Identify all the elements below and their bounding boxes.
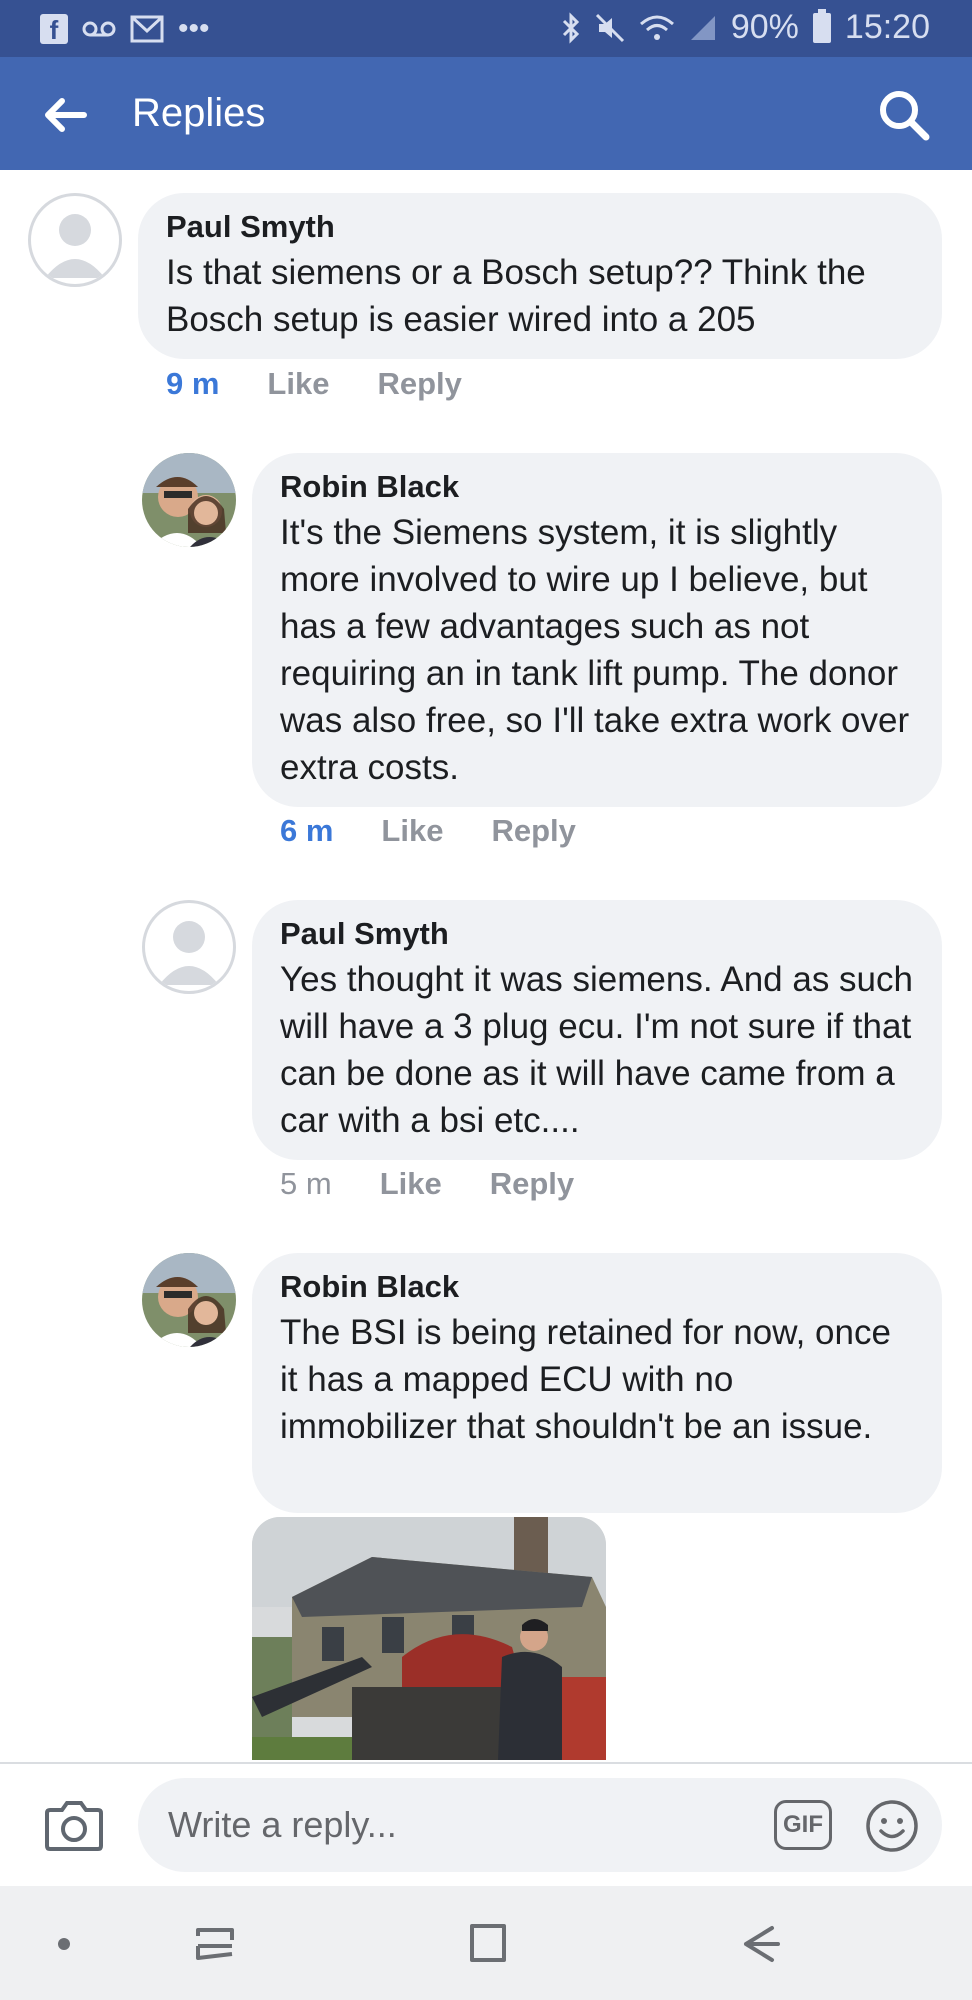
reply-button[interactable]: Reply [377,366,461,402]
app-bar: Replies [0,57,972,170]
search-icon [880,91,930,141]
comment-bubble[interactable]: Robin Black It's the Siemens system, it … [252,453,942,807]
avatar[interactable] [142,1253,236,1347]
gmail-icon [130,15,164,43]
search-button[interactable] [876,87,932,143]
comment-bubble[interactable]: Paul Smyth Yes thought it was siemens. A… [252,900,942,1160]
like-button[interactable]: Like [380,1166,442,1202]
emoji-icon [866,1800,918,1852]
comment-actions: 5 m Like Reply [280,1166,574,1202]
voicemail-icon [82,21,116,37]
profile-photo-icon [142,1253,236,1347]
comment-author[interactable]: Robin Black [280,469,914,505]
avatar[interactable] [142,900,236,994]
bluetooth-icon [562,11,579,44]
facebook-icon: f [40,14,68,45]
reply-placeholder: Write a reply... [168,1804,397,1845]
comment-text: The BSI is being retained for now, once … [280,1313,891,1446]
reply-composer: Write a reply... GIF [0,1762,972,1886]
comment-text: Is that siemens or a Bosch setup?? Think… [166,253,866,339]
comment-author[interactable]: Paul Smyth [280,916,914,952]
back-nav-button[interactable] [732,1916,788,1972]
comment-text: It's the Siemens system, it is slightly … [280,513,910,787]
reply-button[interactable]: Reply [491,813,575,849]
avatar[interactable] [28,193,122,287]
more-notifications-icon: ••• [178,12,210,45]
avatar[interactable] [142,453,236,547]
comment-timestamp[interactable]: 5 m [280,1166,332,1202]
comment-timestamp[interactable]: 9 m [166,366,219,402]
comment-timestamp[interactable]: 6 m [280,813,333,849]
comment-author[interactable]: Robin Black [280,1269,914,1305]
photo-attachment[interactable] [252,1517,606,1760]
battery-percentage: 90% [730,8,799,46]
signal-icon [690,15,715,40]
generic-profile-avatar-icon [159,921,219,985]
status-bar: f ••• 90% 15:20 [0,0,972,57]
gif-button[interactable]: GIF [774,1800,832,1850]
comment-text: Yes thought it was siemens. And as such … [280,960,913,1140]
comment-bubble[interactable]: Robin Black The BSI is being retained fo… [252,1253,942,1513]
back-arrow-icon [45,98,87,132]
comment-actions: 6 m Like Reply [280,813,576,849]
comment-author[interactable]: Paul Smyth [166,209,914,245]
reply-button[interactable]: Reply [490,1166,574,1202]
comment-actions: 9 m Like Reply [166,366,462,402]
clock: 15:20 [844,8,930,46]
system-navigation-bar [0,1886,972,2000]
reply-input[interactable]: Write a reply... GIF [138,1778,942,1872]
comment-bubble[interactable]: Paul Smyth Is that siemens or a Bosch se… [138,193,942,359]
home-icon [470,1924,506,1962]
page-title: Replies [132,91,266,135]
camera-icon [45,1801,103,1851]
battery-icon [812,8,831,43]
back-button[interactable] [40,90,90,140]
profile-photo-icon [142,453,236,547]
emoji-button[interactable] [864,1798,920,1854]
home-button[interactable] [460,1916,516,1972]
like-button[interactable]: Like [381,813,443,849]
attached-photo-image [252,1517,606,1760]
status-left-icons: f ••• [40,12,210,46]
mute-icon [595,13,624,42]
recent-apps-icon [196,1928,234,1960]
wifi-icon [639,15,674,40]
nav-dot-icon [58,1938,70,1950]
back-icon [744,1926,780,1962]
like-button[interactable]: Like [267,366,329,402]
generic-profile-avatar-icon [45,214,105,278]
status-right-icons: 90% 15:20 [561,8,930,47]
recent-apps-button[interactable] [188,1916,244,1972]
camera-button[interactable] [44,1798,104,1852]
nav-dot-button[interactable] [36,1916,92,1972]
